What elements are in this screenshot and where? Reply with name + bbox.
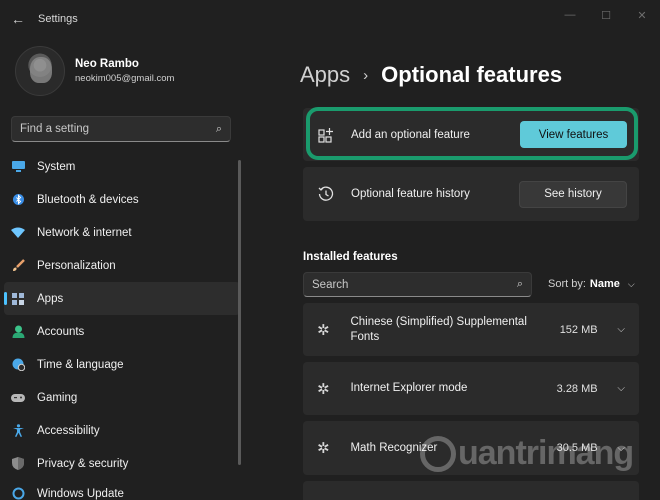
gamepad-icon	[11, 391, 25, 405]
page-title: Optional features	[381, 62, 563, 87]
sidebar-item-label: Bluetooth & devices	[37, 193, 139, 206]
sidebar-scrollbar[interactable]	[238, 160, 241, 465]
sidebar-item-label: Apps	[37, 292, 64, 305]
sidebar-item-label: Accounts	[37, 325, 85, 338]
sidebar-item-label: Privacy & security	[37, 457, 129, 470]
view-features-button[interactable]: View features	[520, 121, 627, 148]
sidebar-item-system[interactable]: System	[4, 150, 240, 183]
user-email: neokim005@gmail.com	[75, 73, 175, 84]
sidebar-item-gaming[interactable]: Gaming	[4, 381, 240, 414]
history-icon	[317, 185, 335, 203]
sidebar-item-bluetooth[interactable]: Bluetooth & devices	[4, 183, 240, 216]
feature-name: Chinese (Simplified) Supplemental Fonts	[350, 315, 527, 343]
chevron-down-icon[interactable]: ⌵	[606, 324, 625, 335]
feature-row[interactable]: ✲ Chinese (Simplified) Supplemental Font…	[303, 303, 639, 356]
feature-row[interactable]: ✲ Internet Explorer mode 3.28 MB ⌵	[303, 362, 639, 415]
apps-icon	[11, 292, 25, 306]
person-icon	[11, 325, 25, 339]
window-controls: — ☐ ✕	[552, 0, 660, 30]
feature-row-partial[interactable]	[303, 481, 639, 500]
chevron-down-icon[interactable]: ⌵	[606, 383, 625, 394]
sidebar-item-accessibility[interactable]: Accessibility	[4, 414, 240, 447]
sidebar-item-label: Network & internet	[37, 226, 132, 239]
sort-label: Sort by:	[548, 278, 586, 290]
sort-value: Name	[589, 278, 620, 290]
sidebar-item-label: System	[37, 160, 76, 173]
sidebar-item-apps[interactable]: Apps	[4, 282, 240, 315]
chevron-down-icon: ⌵	[627, 278, 635, 289]
add-feature-icon	[317, 126, 335, 144]
feature-size: 3.28 MB	[556, 382, 598, 395]
sidebar-item-network[interactable]: Network & internet	[4, 216, 240, 249]
watermark-text: uantrimang	[458, 434, 634, 472]
search-icon[interactable]: ⌕	[517, 278, 523, 291]
title-bar: ← Settings — ☐ ✕	[0, 0, 660, 38]
add-optional-feature-card: Add an optional feature View features	[303, 108, 639, 161]
shield-icon	[11, 457, 25, 471]
breadcrumb: Apps › Optional features	[300, 62, 562, 88]
sidebar-item-windows-update[interactable]: Windows Update	[4, 480, 240, 500]
puzzle-icon: ✲	[317, 321, 330, 339]
add-feature-label: Add an optional feature	[351, 128, 470, 141]
watermark-logo-icon	[420, 435, 456, 472]
installed-features-heading: Installed features	[303, 251, 398, 263]
find-setting-box: ⌕	[11, 116, 231, 142]
minimize-button[interactable]: —	[552, 0, 588, 30]
back-arrow-icon[interactable]: ←	[0, 0, 36, 38]
accessibility-icon	[11, 424, 25, 438]
feature-history-card: Optional feature history See history	[303, 167, 639, 221]
wifi-icon	[11, 226, 25, 240]
see-history-button[interactable]: See history	[519, 180, 627, 208]
search-icon[interactable]: ⌕	[216, 123, 222, 136]
sidebar-item-label: Gaming	[37, 391, 78, 404]
feature-size: 152 MB	[559, 323, 598, 336]
close-button[interactable]: ✕	[624, 0, 660, 30]
monitor-icon	[11, 160, 25, 174]
sidebar-item-time-language[interactable]: Time & language	[4, 348, 240, 381]
sidebar-item-privacy[interactable]: Privacy & security	[4, 447, 240, 480]
user-name: Neo Rambo	[75, 58, 139, 70]
sidebar-item-label: Personalization	[37, 259, 116, 272]
user-profile[interactable]: Neo Rambo neokim005@gmail.com	[15, 46, 174, 96]
sort-dropdown[interactable]: Sort by: Name ⌵	[548, 278, 635, 290]
maximize-button[interactable]: ☐	[588, 0, 624, 30]
puzzle-icon: ✲	[317, 440, 330, 457]
update-icon	[11, 486, 25, 500]
sidebar-item-label: Time & language	[37, 358, 124, 371]
installed-search-box: ⌕	[303, 272, 532, 297]
puzzle-icon: ✲	[317, 380, 330, 398]
find-setting-input[interactable]	[20, 123, 216, 135]
chevron-right-icon: ›	[363, 66, 369, 84]
sidebar-nav: System Bluetooth & devices Network & int…	[4, 150, 240, 500]
history-label: Optional feature history	[351, 188, 470, 200]
avatar	[15, 46, 65, 96]
brush-icon	[11, 259, 25, 273]
sidebar-item-label: Accessibility	[37, 424, 100, 437]
sidebar-item-accounts[interactable]: Accounts	[4, 315, 240, 348]
bluetooth-icon	[11, 193, 25, 207]
breadcrumb-apps-link[interactable]: Apps	[300, 62, 350, 88]
watermark: uantrimang	[420, 434, 634, 473]
window-title: Settings	[38, 13, 78, 25]
sidebar-item-personalization[interactable]: Personalization	[4, 249, 240, 282]
globe-clock-icon	[11, 358, 25, 372]
feature-name: Internet Explorer mode	[350, 382, 468, 394]
sidebar-item-label: Windows Update	[37, 488, 124, 500]
installed-search-input[interactable]	[312, 278, 517, 291]
